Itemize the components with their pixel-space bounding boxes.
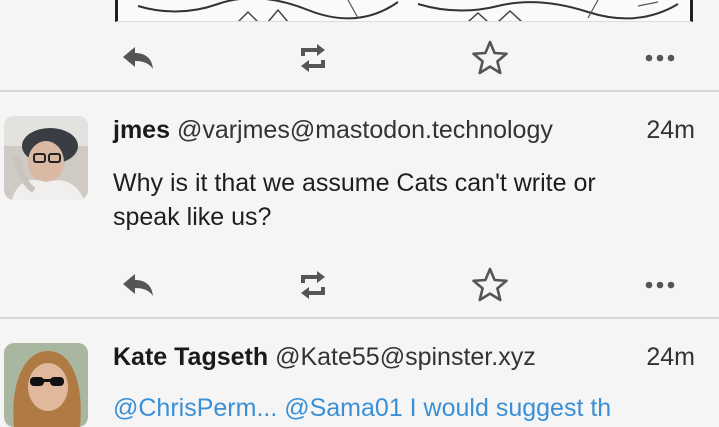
status-action-bar bbox=[0, 33, 719, 83]
boost-button[interactable] bbox=[288, 260, 338, 310]
avatar[interactable] bbox=[4, 116, 88, 200]
more-button[interactable] bbox=[635, 33, 685, 83]
display-name[interactable]: jmes bbox=[113, 116, 170, 144]
account-handle[interactable]: @varjmes@mastodon.technology bbox=[177, 116, 553, 144]
reply-button[interactable] bbox=[113, 33, 163, 83]
timestamp[interactable]: 24m bbox=[646, 114, 695, 146]
star-icon bbox=[472, 40, 508, 75]
status-header: Kate Tagseth @Kate55@spinster.xyz 24m bbox=[113, 341, 695, 373]
status-action-bar bbox=[0, 260, 719, 310]
media-attachment[interactable] bbox=[115, 0, 693, 22]
reply-icon bbox=[123, 47, 153, 69]
display-name[interactable]: Kate Tagseth bbox=[113, 343, 268, 371]
account-handle[interactable]: @Kate55@spinster.xyz bbox=[275, 343, 536, 371]
status-item[interactable]: jmes @varjmes@mastodon.technology 24m Wh… bbox=[0, 92, 719, 318]
reply-button[interactable] bbox=[113, 260, 163, 310]
status-content: Why is it that we assume Cats can't writ… bbox=[113, 169, 596, 231]
more-button[interactable] bbox=[635, 260, 685, 310]
favourite-button[interactable] bbox=[465, 260, 515, 310]
star-icon bbox=[472, 267, 508, 302]
timestamp[interactable]: 24m bbox=[646, 341, 695, 373]
boost-icon bbox=[301, 271, 325, 299]
more-icon bbox=[645, 281, 675, 289]
avatar[interactable] bbox=[4, 343, 88, 427]
status-header: jmes @varjmes@mastodon.technology 24m bbox=[113, 114, 695, 146]
timeline-feed: jmes @varjmes@mastodon.technology 24m Wh… bbox=[0, 0, 719, 427]
favourite-button[interactable] bbox=[465, 33, 515, 83]
boost-icon bbox=[301, 44, 325, 72]
status-item[interactable]: Kate Tagseth @Kate55@spinster.xyz 24m @C… bbox=[0, 319, 719, 427]
boost-button[interactable] bbox=[288, 33, 338, 83]
more-icon bbox=[645, 54, 675, 62]
reply-icon bbox=[123, 274, 153, 296]
status-content[interactable]: @ChrisPerm... @Sama01 I would suggest th bbox=[113, 391, 653, 425]
